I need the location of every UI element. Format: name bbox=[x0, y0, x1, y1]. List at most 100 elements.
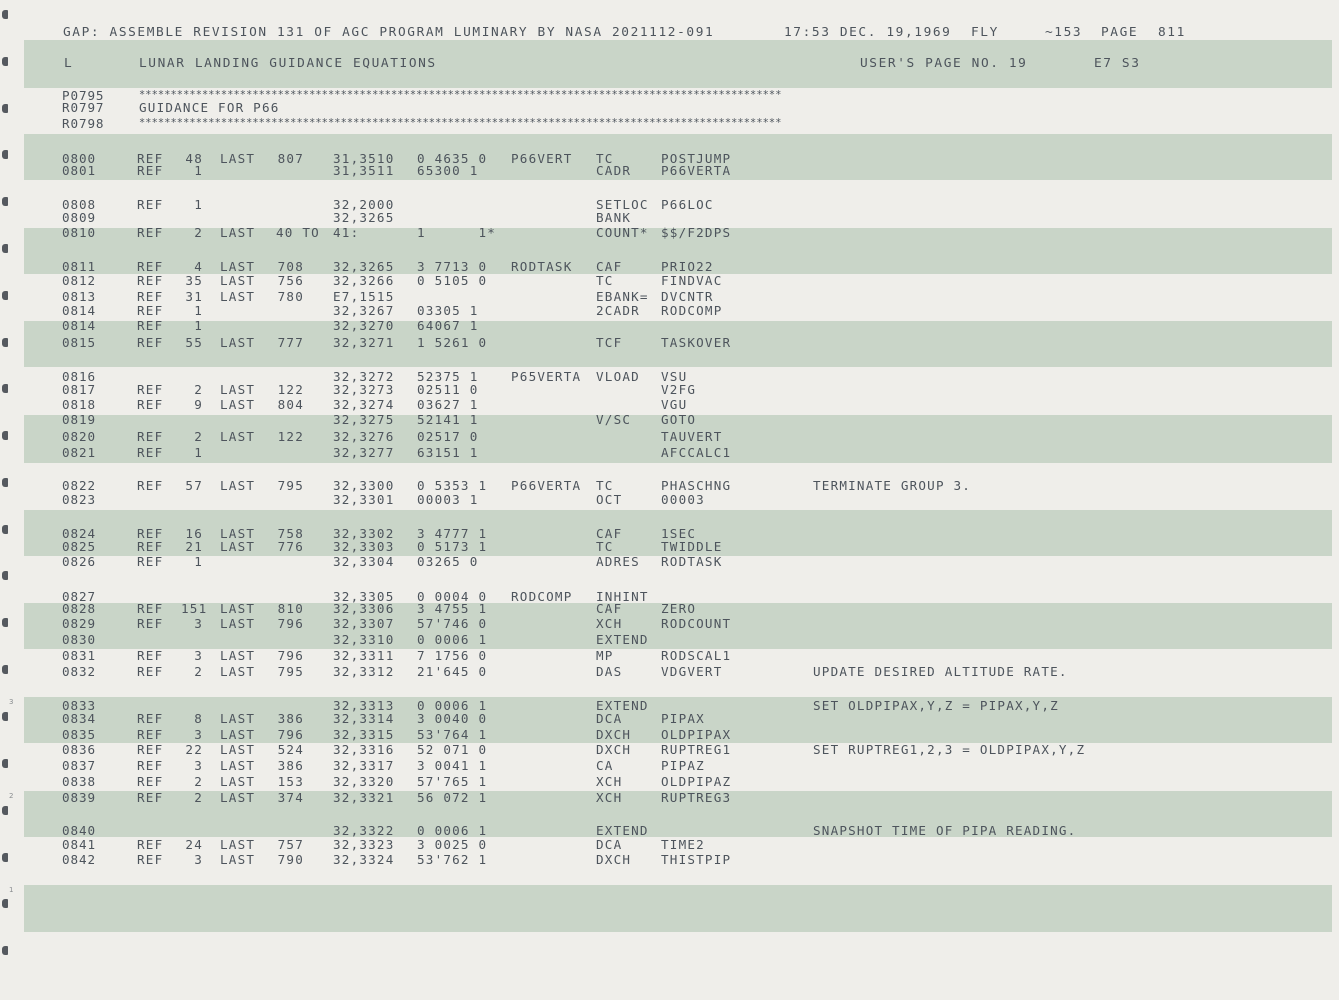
ref-count: 8 bbox=[194, 711, 203, 726]
last-marker: LAST bbox=[220, 273, 256, 288]
opcode: DAS bbox=[596, 664, 623, 679]
line-number: 0823 bbox=[62, 492, 96, 507]
octal-word: 3 7713 0 bbox=[417, 259, 488, 274]
ref-count: 151 bbox=[181, 601, 208, 616]
operand: PHASCHNG bbox=[661, 478, 732, 493]
ref-marker: REF bbox=[137, 790, 164, 805]
operand: ZERO bbox=[661, 601, 697, 616]
opcode: DXCH bbox=[596, 852, 632, 867]
opcode: MP bbox=[596, 648, 614, 663]
last-line-number: 796 bbox=[277, 648, 304, 663]
last-marker: LAST bbox=[220, 758, 256, 773]
memory-address: 32,3275 bbox=[333, 412, 395, 427]
octal-word: 53'764 1 bbox=[417, 727, 488, 742]
memory-address: 32,3265 bbox=[333, 259, 395, 274]
line-number: 0818 bbox=[62, 397, 96, 412]
page-number: 811 bbox=[1158, 25, 1186, 40]
opcode: TCF bbox=[596, 335, 623, 350]
line-number: 0840 bbox=[62, 823, 96, 838]
octal-word: 65300 1 bbox=[417, 163, 479, 178]
ref-marker: REF bbox=[137, 382, 164, 397]
memory-address: 32,3274 bbox=[333, 397, 395, 412]
line-number: 0814 bbox=[62, 303, 96, 318]
memory-address: 32,3267 bbox=[333, 303, 395, 318]
octal-word: 0 0006 1 bbox=[417, 823, 488, 838]
ref-marker: REF bbox=[137, 664, 164, 679]
ref-marker: REF bbox=[137, 335, 164, 350]
octal-word: 52141 1 bbox=[417, 412, 479, 427]
memory-address: 32,3323 bbox=[333, 837, 395, 852]
memory-address: 32,3320 bbox=[333, 774, 395, 789]
ref-count: 1 bbox=[194, 554, 203, 569]
opcode: EXTEND bbox=[596, 823, 649, 838]
ref-marker: REF bbox=[137, 616, 164, 631]
last-line-number: 386 bbox=[277, 711, 304, 726]
opcode: TC bbox=[596, 273, 614, 288]
last-line-number: 804 bbox=[277, 397, 304, 412]
ref-count: 4 bbox=[194, 259, 203, 274]
line-number: 0809 bbox=[62, 210, 96, 225]
memory-address: 32,3271 bbox=[333, 335, 395, 350]
ref-count: 1 bbox=[194, 163, 203, 178]
octal-word: 0 0006 1 bbox=[417, 632, 488, 647]
comment: TERMINATE GROUP 3. bbox=[813, 478, 972, 493]
memory-address: 32,3312 bbox=[333, 664, 395, 679]
memory-address: 32,3303 bbox=[333, 539, 395, 554]
last-marker: LAST bbox=[220, 225, 256, 240]
last-line-number: 796 bbox=[277, 616, 304, 631]
memory-address: 32,3307 bbox=[333, 616, 395, 631]
last-marker: LAST bbox=[220, 664, 256, 679]
last-line-number: 40 TO bbox=[276, 225, 320, 240]
last-line-number: 524 bbox=[277, 742, 304, 757]
memory-address: 32,3270 bbox=[333, 318, 395, 333]
last-line-number: 795 bbox=[277, 478, 304, 493]
ref-count: 2 bbox=[194, 382, 203, 397]
ref-marker: REF bbox=[137, 303, 164, 318]
last-line-number: 795 bbox=[277, 664, 304, 679]
line-number: 0835 bbox=[62, 727, 96, 742]
ref-marker: REF bbox=[137, 163, 164, 178]
last-line-number: 777 bbox=[277, 335, 304, 350]
opcode: COUNT* bbox=[596, 225, 649, 240]
ref-marker: REF bbox=[137, 727, 164, 742]
memory-address: 32,3322 bbox=[333, 823, 395, 838]
line-number: 0820 bbox=[62, 429, 96, 444]
tractor-feed-holes bbox=[0, 0, 18, 1000]
margin-mark: 2 bbox=[9, 792, 14, 800]
operand: RUPTREG1 bbox=[661, 742, 732, 757]
line-number: 0821 bbox=[62, 445, 96, 460]
last-marker: LAST bbox=[220, 429, 256, 444]
margin-mark: 1 bbox=[9, 886, 14, 894]
opcode: XCH bbox=[596, 616, 623, 631]
last-marker: LAST bbox=[220, 852, 256, 867]
last-marker: LAST bbox=[220, 539, 256, 554]
opcode: CA bbox=[596, 758, 614, 773]
last-marker: LAST bbox=[220, 774, 256, 789]
operand: VGU bbox=[661, 397, 688, 412]
octal-word: 3 0040 0 bbox=[417, 711, 488, 726]
line-number: 0837 bbox=[62, 758, 96, 773]
ref-count: 35 bbox=[185, 273, 203, 288]
last-line-number: 790 bbox=[277, 852, 304, 867]
opcode: CAF bbox=[596, 601, 623, 616]
operand: P66VERTA bbox=[661, 163, 732, 178]
octal-word: 7 1756 0 bbox=[417, 648, 488, 663]
ref-count: 1 bbox=[194, 445, 203, 460]
operand: OLDPIPAX bbox=[661, 727, 732, 742]
ref-marker: REF bbox=[137, 601, 164, 616]
line-number: 0801 bbox=[62, 163, 96, 178]
ref-count: 3 bbox=[194, 727, 203, 742]
last-marker: LAST bbox=[220, 382, 256, 397]
opcode: 2CADR bbox=[596, 303, 640, 318]
printout-page: 3 2 1 GAP: ASSEMBLE REVISION 131 OF AGC … bbox=[0, 0, 1339, 1000]
last-marker: LAST bbox=[220, 648, 256, 663]
listing-letter: L bbox=[64, 56, 74, 71]
line-number: 0817 bbox=[62, 382, 96, 397]
ref-marker: REF bbox=[137, 554, 164, 569]
memory-address: 32,3277 bbox=[333, 445, 395, 460]
last-marker: LAST bbox=[220, 711, 256, 726]
ref-marker: REF bbox=[137, 711, 164, 726]
octal-word: 02517 0 bbox=[417, 429, 479, 444]
ref-marker: REF bbox=[137, 225, 164, 240]
last-marker: LAST bbox=[220, 742, 256, 757]
